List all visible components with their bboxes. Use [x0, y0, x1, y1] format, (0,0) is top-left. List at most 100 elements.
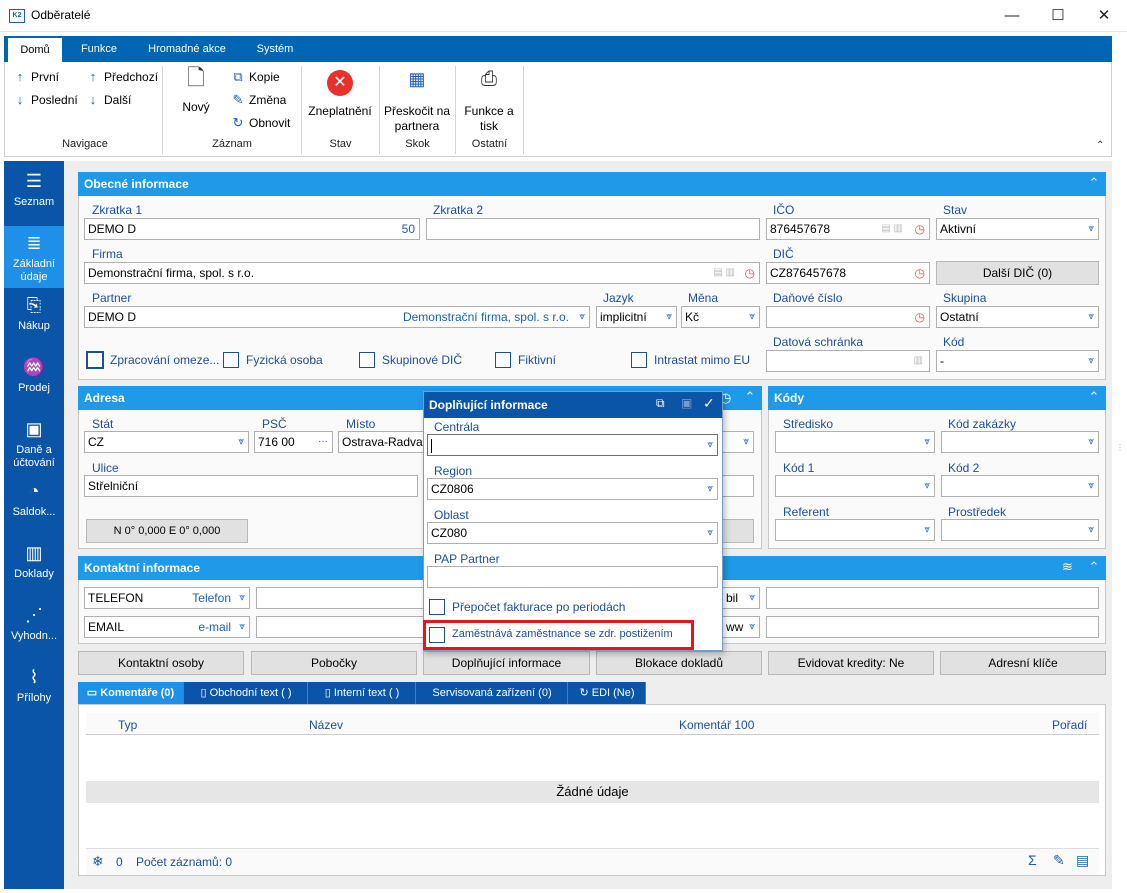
- layers-icon[interactable]: ≋: [1062, 559, 1073, 575]
- contact-row-telefon[interactable]: TELEFON Telefon ⩔: [84, 587, 250, 609]
- www-value-field[interactable]: [766, 616, 1099, 638]
- sidebar-item-nakup[interactable]: ⎘ Nákup: [4, 288, 64, 350]
- tab-interni-text[interactable]: ▯ Interní text ( ): [309, 682, 416, 704]
- mobil-value-field[interactable]: [766, 587, 1099, 609]
- sum-icon[interactable]: Σ: [1028, 852, 1037, 868]
- dropdown-icon[interactable]: ⩔: [1088, 219, 1094, 239]
- dropdown-icon[interactable]: ⩔: [749, 617, 755, 637]
- dropdown-icon[interactable]: ⩔: [239, 617, 245, 637]
- kod2-select[interactable]: ⩔: [941, 475, 1099, 497]
- dropdown-icon[interactable]: ⩔: [1088, 351, 1094, 371]
- prepocet-fakturace-checkbox[interactable]: [429, 599, 445, 615]
- settings-grid-icon[interactable]: ▤: [1076, 852, 1089, 869]
- dropdown-icon[interactable]: ⩔: [1088, 476, 1094, 496]
- stat-select[interactable]: CZ ⩔: [84, 431, 249, 453]
- new-button[interactable]: 🗋 Nový: [172, 67, 220, 115]
- more-icon[interactable]: ···: [318, 432, 328, 452]
- history-icon[interactable]: ◷: [915, 307, 925, 327]
- email-value-field[interactable]: [256, 616, 426, 638]
- dalsi-dic-button[interactable]: Další DIČ (0): [936, 261, 1099, 285]
- tab-edi[interactable]: ↻ EDI (Ne): [569, 682, 646, 704]
- danove-cislo-field[interactable]: ◷: [766, 306, 930, 328]
- dropdown-icon[interactable]: ⩔: [1088, 432, 1094, 452]
- referent-select[interactable]: ⩔: [775, 519, 935, 541]
- contact-row-www[interactable]: ww ⩔: [722, 616, 760, 638]
- kod-select[interactable]: - ⩔: [936, 350, 1099, 372]
- dropdown-icon[interactable]: ⩔: [707, 523, 713, 543]
- sidebar-item-prilohy[interactable]: ⌇ Přílohy: [4, 660, 64, 722]
- tab-servisovana-zarizeni[interactable]: Servisovaná zařízení (0): [417, 682, 568, 704]
- dropdown-icon[interactable]: ⩔: [1088, 520, 1094, 540]
- tab-system[interactable]: Systém: [246, 36, 304, 62]
- collapse-address-icon[interactable]: ⌃: [738, 386, 762, 410]
- sidebar-item-seznam[interactable]: ☰ Seznam: [4, 164, 64, 226]
- tab-domu[interactable]: Domů: [8, 38, 62, 62]
- region-select[interactable]: CZ0806 ⩔: [427, 478, 718, 500]
- ulice-field[interactable]: Střelniční: [84, 475, 418, 497]
- history-icon[interactable]: ◷: [915, 263, 925, 283]
- dropdown-icon[interactable]: ⩔: [1088, 307, 1094, 327]
- edit-button[interactable]: ✎ Změna: [231, 92, 287, 108]
- jump-to-partner-button[interactable]: ▦ Přeskočit na partnera: [383, 70, 451, 134]
- dropdown-icon[interactable]: ⩔: [707, 479, 713, 499]
- column-komentar[interactable]: Komentář 100: [679, 718, 754, 732]
- evidovat-kredity-button[interactable]: Evidovat kredity: Ne: [768, 651, 934, 675]
- snowflake-icon[interactable]: ❄: [92, 853, 104, 870]
- confirm-check-icon[interactable]: ✓: [703, 395, 715, 412]
- tab-hromadne-akce[interactable]: Hromadné akce: [138, 36, 236, 62]
- dropdown-icon[interactable]: ⩔: [238, 432, 244, 452]
- collapse-contact-icon[interactable]: ⌃: [1082, 556, 1106, 580]
- copy-button[interactable]: ⧉ Kopie: [231, 69, 279, 85]
- ulice-tail-field[interactable]: [722, 475, 754, 497]
- dic-field[interactable]: CZ876457678 ◷: [766, 262, 930, 284]
- history-icon[interactable]: ◷: [915, 219, 925, 239]
- dropdown-icon[interactable]: ⩔: [749, 307, 755, 327]
- refresh-button[interactable]: ↻ Obnovit: [231, 115, 291, 131]
- kod-zakazky-select[interactable]: ⩔: [941, 431, 1099, 453]
- stav-select[interactable]: Aktivní ⩔: [936, 218, 1099, 240]
- tab-funkce[interactable]: Funkce: [70, 36, 128, 62]
- zpracovani-omezeni-checkbox[interactable]: [86, 351, 104, 369]
- dropdown-icon[interactable]: ⩔: [666, 307, 672, 327]
- oblast-select[interactable]: CZ080 ⩔: [427, 522, 718, 544]
- doplnujici-informace-button[interactable]: Doplňující informace: [423, 651, 590, 675]
- telefon-value-field[interactable]: [256, 587, 426, 609]
- invalidate-button[interactable]: ✕ Zneplatnění: [305, 70, 375, 119]
- column-typ[interactable]: Typ: [118, 718, 137, 732]
- previous-button[interactable]: ↑ Předchozí: [86, 69, 158, 84]
- datova-schranka-field[interactable]: ▥: [766, 350, 930, 372]
- jazyk-select[interactable]: implicitní ⩔: [596, 306, 677, 328]
- firma-field[interactable]: Demonstrační firma, spol. s r.o. ▤ ▥ ◷: [84, 262, 760, 284]
- sidebar-item-prodej[interactable]: ♒ Prodej: [4, 350, 64, 412]
- contact-row-mobil[interactable]: bil ⩔: [722, 587, 760, 609]
- prostredek-select[interactable]: ⩔: [941, 519, 1099, 541]
- first-button[interactable]: ↑ První: [13, 69, 59, 84]
- skupina-select[interactable]: Ostatní ⩔: [936, 306, 1099, 328]
- address-tail-button[interactable]: [722, 519, 754, 543]
- sidebar-item-dane[interactable]: ▣ Daně a účtování: [4, 412, 64, 474]
- sidebar-item-saldokonto[interactable]: ◔ Saldok...: [4, 474, 64, 536]
- fyzicka-osoba-checkbox[interactable]: [223, 352, 239, 368]
- last-button[interactable]: ↓ Poslední: [13, 92, 78, 107]
- sidebar-item-vyhodnoceni[interactable]: ⋰ Vyhodn...: [4, 598, 64, 660]
- pobocky-button[interactable]: Pobočky: [251, 651, 417, 675]
- dropdown-icon[interactable]: ⩔: [579, 307, 585, 327]
- dropdown-icon[interactable]: ⩔: [924, 476, 930, 496]
- close-button[interactable]: ✕: [1081, 0, 1127, 32]
- popout-icon[interactable]: ⧉: [656, 396, 665, 411]
- zkratka1-field[interactable]: DEMO D 50: [84, 218, 420, 240]
- intrastat-checkbox[interactable]: [631, 352, 647, 368]
- maximize-button[interactable]: ☐: [1035, 0, 1081, 32]
- dropdown-icon[interactable]: ⩔: [749, 588, 755, 608]
- dropdown-icon[interactable]: ⩔: [924, 432, 930, 452]
- misto-dropdown-tail[interactable]: ⩔: [722, 431, 754, 453]
- contact-row-email[interactable]: EMAIL e-mail ⩔: [84, 616, 250, 638]
- collapse-ribbon-icon[interactable]: ⌃: [1096, 140, 1104, 151]
- stredisko-select[interactable]: ⩔: [775, 431, 935, 453]
- pap-partner-field[interactable]: [427, 566, 718, 588]
- partner-field[interactable]: DEMO D Demonstrační firma, spol. s r.o. ⩔: [84, 306, 590, 328]
- minimize-button[interactable]: —: [989, 0, 1035, 32]
- sidebar-item-zakladni-udaje[interactable]: ≣ Základní údaje: [4, 226, 64, 288]
- zkratka2-field[interactable]: [426, 218, 760, 240]
- blokace-dokladu-button[interactable]: Blokace dokladů: [596, 651, 762, 675]
